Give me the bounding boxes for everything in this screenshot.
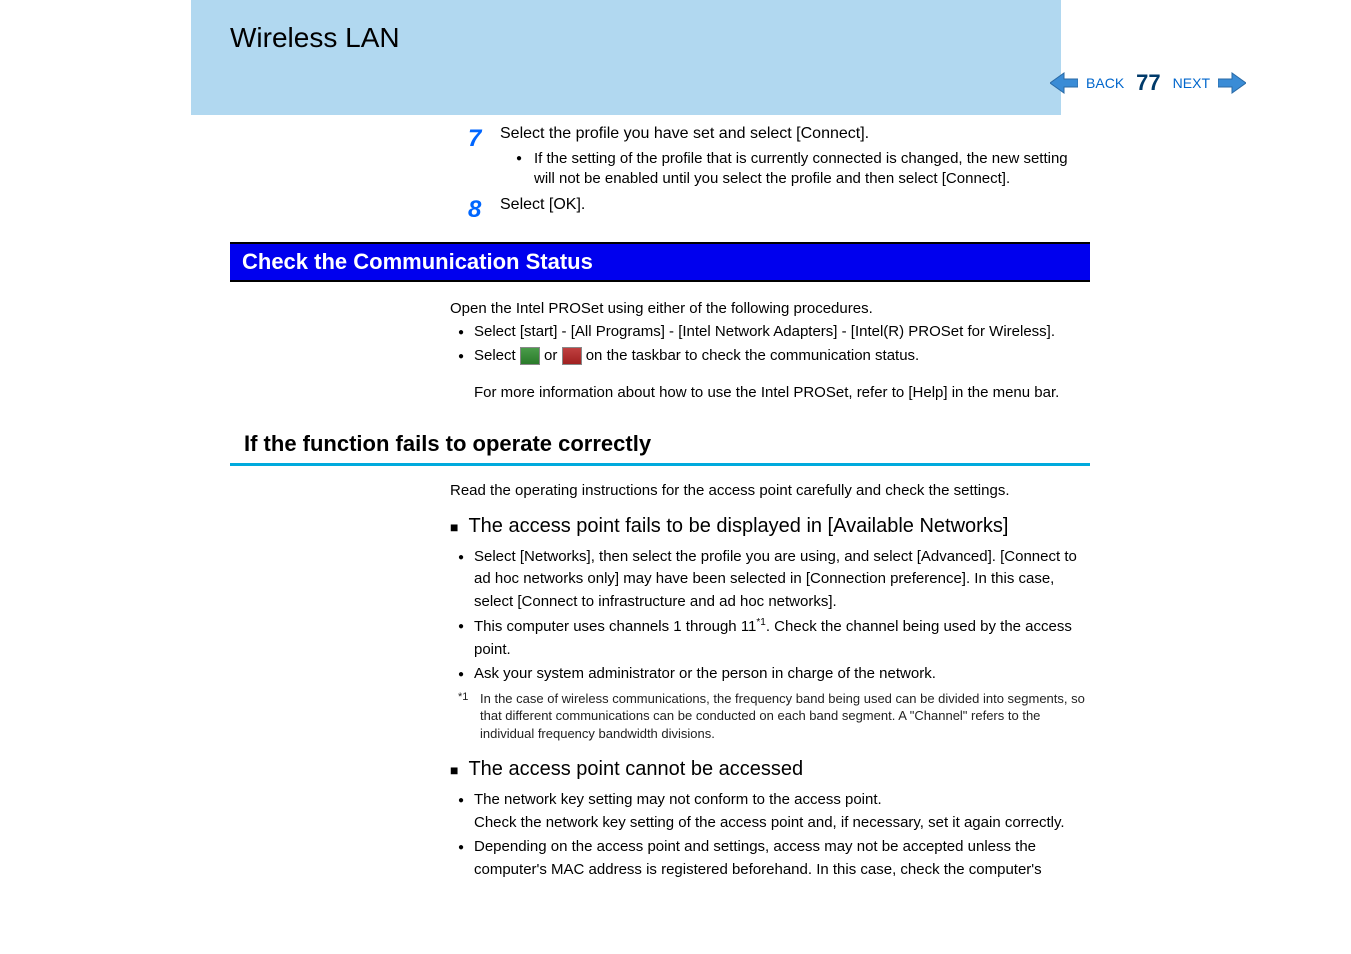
next-arrow-icon[interactable] bbox=[1218, 71, 1246, 95]
nav-bar: BACK 77 NEXT bbox=[1050, 70, 1246, 96]
step-bullet: If the setting of the profile that is cu… bbox=[520, 149, 1090, 190]
text-line: Check the network key setting of the acc… bbox=[474, 814, 1065, 831]
footnote: *1 In the case of wireless communication… bbox=[450, 690, 1090, 743]
square-heading: ■ The access point cannot be accessed bbox=[450, 758, 1090, 781]
page-number: 77 bbox=[1132, 70, 1164, 96]
subsection-heading: If the function fails to operate correct… bbox=[230, 431, 1090, 466]
paragraph: Read the operating instructions for the … bbox=[450, 482, 1090, 499]
list-item: Ask your system administrator or the per… bbox=[450, 663, 1090, 686]
footnote-ref: *1 bbox=[756, 617, 765, 628]
footnote-mark: *1 bbox=[458, 690, 468, 705]
back-arrow-icon[interactable] bbox=[1050, 71, 1078, 95]
page-title: Wireless LAN bbox=[230, 22, 400, 54]
list-item: The network key setting may not conform … bbox=[450, 789, 1090, 834]
step-number: 7 bbox=[230, 125, 500, 190]
next-link[interactable]: NEXT bbox=[1173, 75, 1210, 91]
step-text: Select the profile you have set and sele… bbox=[500, 125, 1090, 143]
header-band bbox=[191, 0, 1061, 115]
square-bullet-icon: ■ bbox=[450, 762, 458, 778]
text-fragment: on the taskbar to check the communicatio… bbox=[586, 347, 920, 364]
list-item: Depending on the access point and settin… bbox=[450, 836, 1090, 881]
square-heading-text: The access point cannot be accessed bbox=[468, 758, 803, 781]
section-intro: Open the Intel PROSet using either of th… bbox=[450, 298, 1090, 319]
list-item: This computer uses channels 1 through 11… bbox=[450, 615, 1090, 661]
text-line: The network key setting may not conform … bbox=[474, 791, 882, 808]
wireless-off-icon bbox=[562, 347, 582, 365]
step-number: 8 bbox=[230, 196, 500, 224]
footnote-text: In the case of wireless communications, … bbox=[480, 691, 1085, 741]
step-text: Select [OK]. bbox=[500, 196, 1090, 214]
text-fragment: This computer uses channels 1 through 11 bbox=[474, 618, 756, 635]
text-fragment: or bbox=[544, 347, 562, 364]
square-bullet-icon: ■ bbox=[450, 519, 458, 535]
square-heading: ■ The access point fails to be displayed… bbox=[450, 515, 1090, 538]
text-fragment: Select bbox=[474, 347, 520, 364]
list-item: Select [start] - [All Programs] - [Intel… bbox=[450, 321, 1090, 344]
list-item: Select or on the taskbar to check the co… bbox=[450, 345, 1090, 368]
list-item: Select [Networks], then select the profi… bbox=[450, 546, 1090, 614]
back-link[interactable]: BACK bbox=[1086, 75, 1124, 91]
paragraph: For more information about how to use th… bbox=[450, 384, 1090, 401]
square-heading-text: The access point fails to be displayed i… bbox=[468, 515, 1008, 538]
step-7: 7 Select the profile you have set and se… bbox=[230, 125, 1090, 190]
wireless-on-icon bbox=[520, 347, 540, 365]
step-8: 8 Select [OK]. bbox=[230, 196, 1090, 224]
section-heading: Check the Communication Status bbox=[230, 242, 1090, 282]
